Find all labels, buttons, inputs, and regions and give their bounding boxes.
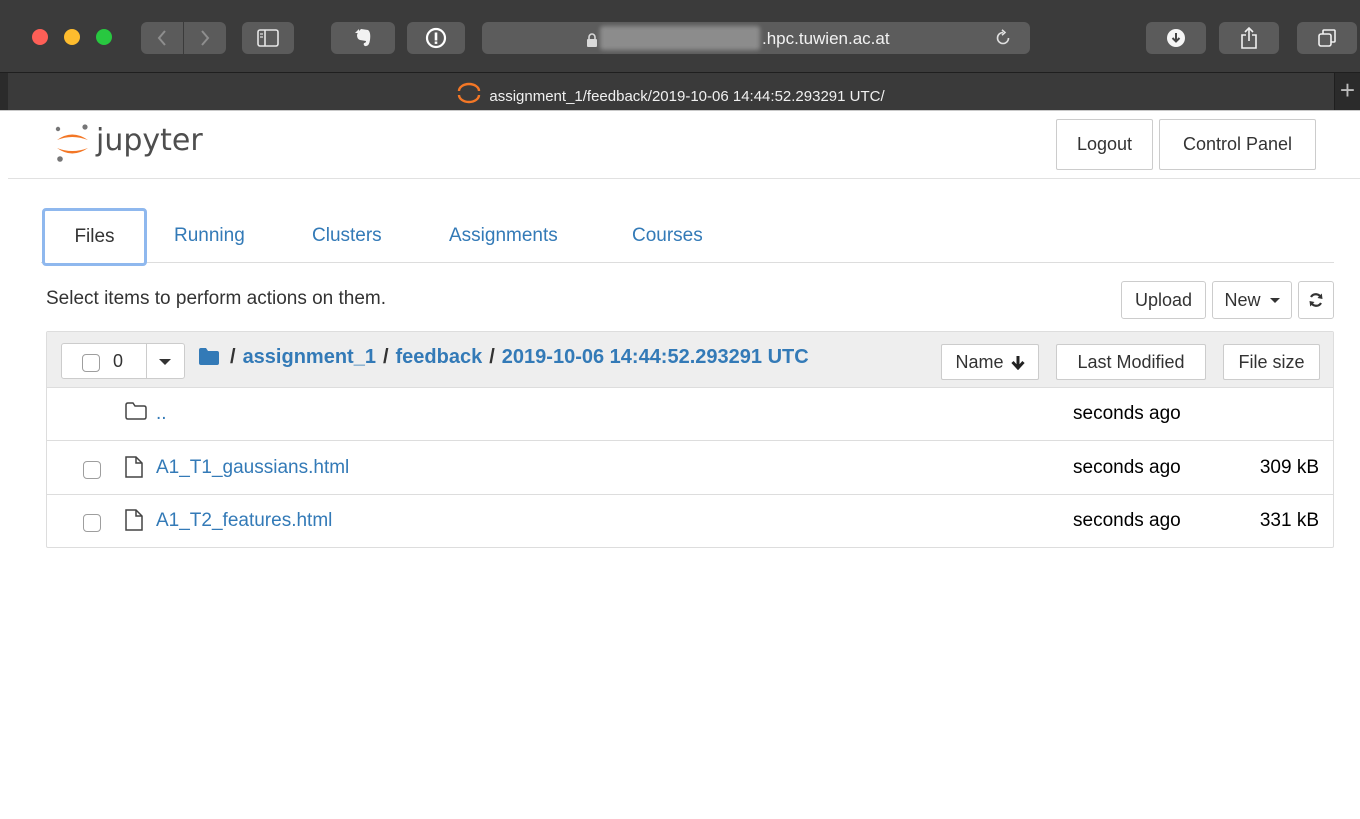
jupyter-header: jupyter Logout Control Panel [8,111,1360,179]
arrow-down-icon [1010,356,1025,371]
row-checkbox[interactable] [83,461,101,479]
password-icon [425,27,447,49]
address-bar[interactable]: .hpc.tuwien.ac.at [482,22,1030,54]
file-size: 309 kB [1259,457,1319,478]
file-size: 331 kB [1259,510,1319,531]
browser-toolbar: .hpc.tuwien.ac.at [0,0,1360,73]
evernote-icon [355,29,371,47]
file-name-link[interactable]: A1_T2_features.html [156,510,332,532]
sort-by-size-button[interactable]: File size [1223,344,1320,380]
jupyter-logo-icon: jupyter [55,123,203,162]
browser-chrome: .hpc.tuwien.ac.at assignment_1/feedback/… [0,0,1360,111]
browser-tab-bar: assignment_1/feedback/2019-10-06 14:44:5… [0,73,1360,111]
loading-spinner-icon [458,82,481,104]
sort-by-modified-button[interactable]: Last Modified [1056,344,1206,380]
downloads-button[interactable] [1146,22,1206,54]
chevron-down-icon [1269,298,1280,303]
select-all-checkbox[interactable] [82,354,100,372]
sort-by-name-button[interactable]: Name [941,344,1039,380]
dashboard-tabs: Files Running Clusters Assignments Cours… [41,208,1334,266]
logout-button[interactable]: Logout [1056,119,1153,170]
breadcrumb-item[interactable]: feedback [396,346,483,368]
share-button[interactable] [1219,22,1279,54]
folder-icon[interactable] [199,348,219,365]
jupyter-logo-text: jupyter [95,123,203,158]
select-all-dropdown[interactable]: 0 [61,343,185,379]
zoom-window-button[interactable] [96,29,112,45]
tab-files[interactable]: Files [42,208,147,266]
file-modified: seconds ago [1073,403,1181,424]
control-panel-button[interactable]: Control Panel [1159,119,1316,170]
close-window-button[interactable] [32,29,48,45]
password-manager-button[interactable] [407,22,465,54]
selected-count: 0 [113,351,124,371]
back-icon[interactable] [156,29,168,47]
share-icon [1241,27,1257,49]
download-icon [1167,29,1185,47]
refresh-button[interactable] [1298,281,1334,319]
file-list-header: 0 / assignment_1 / feedback / 2019-10-06 14:4… [47,332,1333,388]
forward-icon[interactable] [199,29,211,47]
refresh-icon [1309,293,1323,307]
minimize-window-button[interactable] [64,29,80,45]
sidebar-button[interactable] [242,22,294,54]
breadcrumb: / assignment_1 / feedback / 2019-10-06 14:44:… [199,346,809,369]
breadcrumb-separator: / [230,346,236,368]
chevron-down-icon[interactable] [159,359,171,365]
selection-hint: Select items to perform actions on them. [46,288,387,309]
row-checkbox[interactable] [83,514,101,532]
list-item[interactable]: A1_T2_features.html seconds ago 331 kB [47,495,1333,548]
file-name-link[interactable]: .. [156,403,167,425]
file-modified: seconds ago [1073,457,1181,478]
tab-courses[interactable]: Courses [632,225,703,247]
evernote-button[interactable] [331,22,395,54]
history-nav-group [141,22,226,54]
new-tab-button[interactable]: + [1334,73,1360,110]
address-host: .hpc.tuwien.ac.at [762,29,890,48]
file-modified: seconds ago [1073,510,1181,531]
lock-icon [587,33,597,47]
breadcrumb-separator: / [382,346,389,368]
list-item[interactable]: .. seconds ago [47,388,1333,441]
new-dropdown-button[interactable]: New [1212,281,1292,319]
browser-tab-title: assignment_1/feedback/2019-10-06 14:44:5… [489,88,885,105]
list-item[interactable]: A1_T1_gaussians.html seconds ago 309 kB [47,442,1333,495]
file-name-link[interactable]: A1_T1_gaussians.html [156,457,349,479]
sidebar-icon [257,29,279,47]
tab-assignments[interactable]: Assignments [449,225,558,247]
new-button-label: New [1224,290,1261,310]
tab-clusters[interactable]: Clusters [312,225,382,247]
reload-icon[interactable] [994,29,1012,47]
browser-tab[interactable]: assignment_1/feedback/2019-10-06 14:44:5… [8,73,1334,110]
tab-running[interactable]: Running [174,225,245,247]
tabs-overview-icon [1318,29,1336,47]
file-icon [125,456,143,478]
file-list: 0 / assignment_1 / feedback / 2019-10-06 14:4… [46,331,1334,548]
breadcrumb-item[interactable]: assignment_1 [243,346,376,368]
breadcrumb-separator: / [489,346,495,368]
breadcrumb-item[interactable]: 2019-10-06 14:44:52.293291 UTC [502,346,809,368]
folder-icon [125,402,147,420]
sort-name-label: Name [955,352,1004,372]
redacted-hostname [600,26,760,50]
tab-overview-button[interactable] [1297,22,1357,54]
file-icon [125,509,143,531]
jupyter-logo[interactable]: jupyter [52,121,242,174]
upload-button[interactable]: Upload [1121,281,1206,319]
